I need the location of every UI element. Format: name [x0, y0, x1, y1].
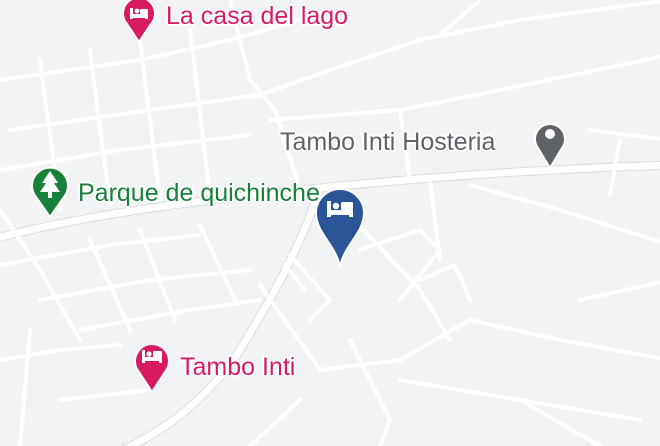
bed-icon	[134, 343, 170, 394]
tambo-inti-hosteria-label[interactable]: Tambo Inti Hosteria	[280, 130, 495, 155]
place-pin-icon	[534, 123, 566, 170]
bed-icon	[122, 0, 156, 44]
tambo-inti-label[interactable]: Tambo Inti	[180, 355, 295, 380]
tambo-inti-marker[interactable]	[132, 340, 172, 394]
bed-icon	[314, 188, 366, 268]
parque-de-quichinche-marker[interactable]	[28, 165, 72, 219]
selected-hotel-marker[interactable]	[312, 185, 368, 269]
la-casa-del-lago-label[interactable]: La casa del lago	[166, 4, 348, 29]
la-casa-del-lago-marker[interactable]	[119, 0, 159, 44]
tree-icon	[31, 166, 69, 219]
tambo-inti-hosteria-marker[interactable]	[530, 118, 570, 170]
parque-de-quichinche-label[interactable]: Parque de quichinche	[78, 181, 320, 206]
map-canvas[interactable]: La casa del lago Tambo Inti Hosteria Par…	[0, 0, 660, 446]
